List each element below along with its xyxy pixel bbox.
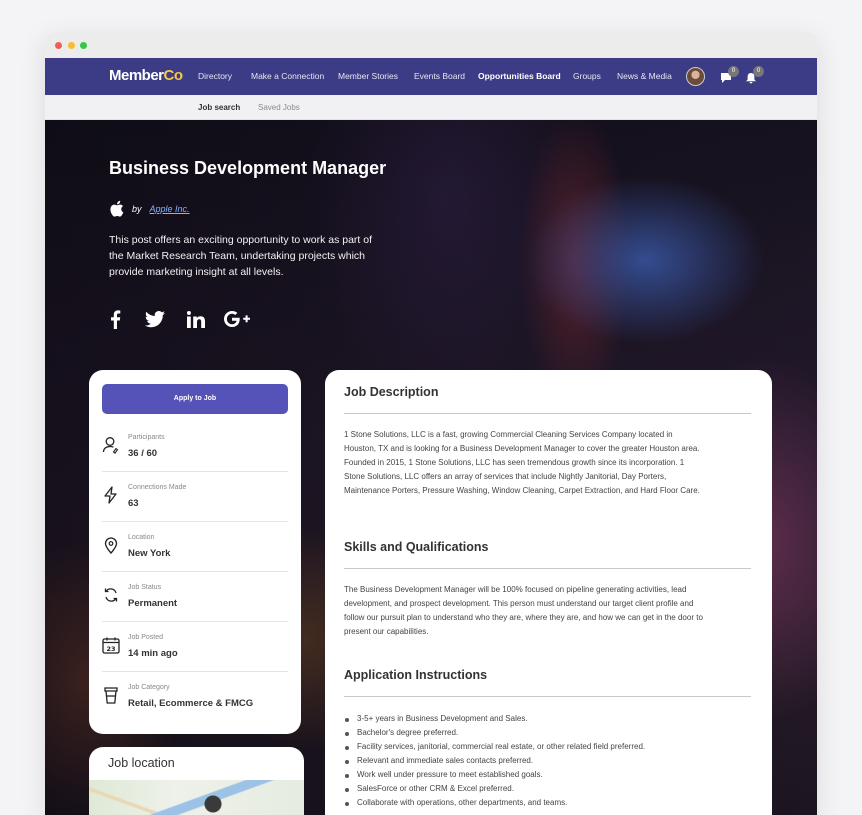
stat-connections-made: Connections Made 63: [102, 472, 288, 522]
facebook-icon[interactable]: [103, 308, 127, 330]
stat-value: Retail, Ecommerce & FMCG: [128, 698, 254, 709]
stat-label: Job Posted: [128, 634, 164, 641]
job-location-card: Job location: [89, 747, 304, 815]
job-description-text: 1 Stone Solutions, LLC is a fast, growin…: [344, 430, 700, 495]
list-item: Bachelor's degree preferred.: [344, 726, 744, 740]
stat-value: Permanent: [128, 598, 178, 609]
job-summary: This post offers an exciting opportunity…: [109, 234, 373, 278]
job-summary-card: Apply to Job Participants 36 / 60 Connec…: [89, 370, 301, 734]
browser-window: MemberCo Directory Make a Connection Mem…: [45, 33, 817, 815]
calendar-icon: 23: [102, 637, 120, 654]
list-item: SalesForce or other CRM & Excel preferre…: [344, 782, 744, 796]
stat-label: Participants: [128, 434, 165, 441]
stat-label: Job Category: [128, 684, 170, 691]
job-hero: Business Development Manager by Apple In…: [45, 120, 817, 815]
nav-member-stories[interactable]: Member Stories: [338, 71, 398, 81]
tab-job-search[interactable]: Job search: [198, 103, 240, 112]
nav-groups[interactable]: Groups: [573, 71, 601, 81]
tab-saved-jobs[interactable]: Saved Jobs: [258, 103, 300, 112]
cup-icon: [104, 687, 118, 704]
by-label: by: [132, 203, 142, 214]
user-avatar[interactable]: [686, 67, 705, 86]
list-item: Relevant and immediate sales contacts pr…: [344, 754, 744, 768]
refresh-icon: [104, 588, 118, 602]
stat-job-category: Job Category Retail, Ecommerce & FMCG: [102, 672, 288, 722]
section-divider: [344, 696, 751, 697]
notifications-badge: 0: [753, 66, 764, 77]
svg-text:23: 23: [106, 645, 115, 653]
skills-text: The Business Development Manager will be…: [344, 585, 703, 636]
minimize-window-button[interactable]: [68, 42, 75, 49]
list-item: Work well under pressure to meet establi…: [344, 768, 744, 782]
sub-navigation: Job search Saved Jobs: [45, 95, 817, 120]
stat-value: 36 / 60: [128, 448, 158, 459]
nav-opportunities-board[interactable]: Opportunities Board: [478, 71, 561, 81]
maximize-window-button[interactable]: [80, 42, 87, 49]
stat-value: 14 min ago: [128, 648, 178, 659]
nav-directory[interactable]: Directory: [198, 71, 232, 81]
twitter-icon[interactable]: [143, 308, 167, 330]
apply-to-job-button[interactable]: Apply to Job: [102, 384, 288, 414]
user-icon: [102, 437, 119, 454]
memberco-logo[interactable]: MemberCo: [109, 67, 183, 84]
location-map[interactable]: [89, 780, 304, 815]
apple-logo-icon: [110, 200, 124, 217]
stat-label: Connections Made: [128, 484, 187, 491]
job-description-title: Job Description: [344, 385, 439, 399]
nav-news-media[interactable]: News & Media: [617, 71, 672, 81]
location-pin-icon: [104, 537, 118, 554]
google-plus-icon[interactable]: [223, 308, 251, 330]
stat-job-status: Job Status Permanent: [102, 572, 288, 622]
skills-title: Skills and Qualifications: [344, 540, 489, 554]
nav-make-a-connection[interactable]: Make a Connection: [251, 71, 324, 81]
stat-label: Location: [128, 534, 155, 541]
job-title: Business Development Manager: [109, 158, 387, 178]
company-line: by Apple Inc.: [109, 200, 190, 217]
stat-location: Location New York: [102, 522, 288, 572]
linkedin-icon[interactable]: [184, 308, 208, 330]
stat-value: 63: [128, 498, 139, 509]
section-divider: [344, 413, 751, 414]
close-window-button[interactable]: [55, 42, 62, 49]
list-item: Facility services, janitorial, commercia…: [344, 740, 744, 754]
window-titlebar: [45, 33, 817, 58]
application-instructions-title: Application Instructions: [344, 668, 488, 682]
stat-value: New York: [128, 548, 171, 559]
section-divider: [344, 568, 751, 569]
stat-participants: Participants 36 / 60: [102, 422, 288, 472]
instructions-list: 3-5+ years in Business Development and S…: [344, 712, 744, 810]
lightning-icon: [104, 486, 117, 504]
top-navigation: MemberCo Directory Make a Connection Mem…: [45, 58, 817, 95]
job-location-title: Job location: [108, 756, 175, 770]
list-item: Collaborate with operations, other depar…: [344, 796, 744, 810]
messages-badge: 0: [728, 66, 739, 77]
job-details-card: Job Description 1 Stone Solutions, LLC i…: [325, 370, 772, 815]
stat-label: Job Status: [128, 584, 162, 591]
stat-job-posted: 23 Job Posted 14 min ago: [102, 622, 288, 672]
nav-events-board[interactable]: Events Board: [414, 71, 465, 81]
list-item: 3-5+ years in Business Development and S…: [344, 712, 744, 726]
company-link[interactable]: Apple Inc.: [150, 204, 190, 214]
